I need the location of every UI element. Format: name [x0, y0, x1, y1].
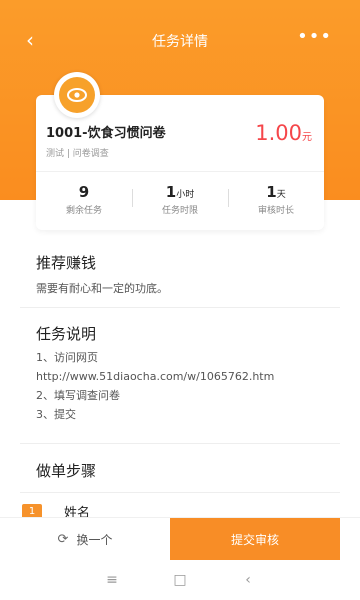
task-logo — [54, 72, 100, 118]
section-divider — [20, 492, 340, 493]
stat-remaining-tasks: 9 剩余任务 — [36, 183, 132, 216]
stat-review-duration: 1天 审核时长 — [228, 183, 324, 216]
recommend-section: 推荐赚钱 需要有耐心和一定的功底。 — [36, 252, 326, 298]
stat-value: 1 — [165, 183, 177, 201]
description-title: 任务说明 — [36, 325, 97, 343]
recommend-text: 需要有耐心和一定的功底。 — [36, 282, 168, 295]
home-icon[interactable]: □ — [146, 572, 214, 588]
submit-review-label: 提交审核 — [230, 532, 279, 547]
back-icon[interactable]: ‹ — [214, 572, 282, 588]
section-divider — [20, 307, 340, 308]
steps-title: 做单步骤 — [36, 462, 97, 480]
change-task-label: 换一个 — [76, 532, 113, 547]
submit-review-button[interactable]: 提交审核 — [170, 518, 340, 560]
task-stats: 9 剩余任务 1小时 任务时限 1天 审核时长 — [36, 183, 324, 216]
description-line: 3、提交 — [36, 408, 76, 421]
more-dots-icon: ••• — [297, 26, 332, 47]
task-meta: 测试 | 问卷调查 — [46, 149, 109, 159]
system-navigation-bar: ≡ □ ‹ — [0, 560, 360, 600]
menu-icon[interactable]: ≡ — [78, 572, 146, 588]
task-price-unit: 元 — [302, 132, 312, 143]
description-line: 2、填写调查问卷 — [36, 389, 120, 402]
more-button[interactable]: ••• — [297, 26, 332, 47]
steps-section: 做单步骤 — [36, 460, 326, 481]
stat-label: 任务时限 — [161, 206, 198, 216]
refresh-icon: ⟳ — [57, 531, 69, 547]
card-divider — [36, 171, 324, 172]
description-section: 任务说明 1、访问网页 http://www.51diaocha.com/w/1… — [36, 323, 326, 424]
bottom-action-bar: ⟳ 换一个 提交审核 — [0, 517, 360, 560]
stat-label: 剩余任务 — [65, 206, 102, 216]
task-reward: 1.00元 — [255, 121, 312, 145]
survey-logo-icon — [59, 77, 95, 113]
stat-label: 审核时长 — [257, 206, 294, 216]
task-title: 1001-饮食习惯问卷 — [46, 126, 166, 141]
recommend-title: 推荐赚钱 — [36, 254, 97, 272]
stat-unit: 小时 — [176, 190, 195, 200]
change-task-button[interactable]: ⟳ 换一个 — [0, 518, 170, 560]
description-url[interactable]: http://www.51diaocha.com/w/1065762.htm — [36, 367, 326, 386]
navigation-bar: ‹ 任务详情 ••• — [0, 22, 360, 60]
task-price-value: 1.00 — [255, 121, 302, 145]
section-divider — [20, 443, 340, 444]
stat-value: 1 — [266, 183, 277, 201]
stat-value: 9 — [78, 183, 90, 201]
stat-time-limit: 1小时 任务时限 — [132, 183, 228, 216]
status-bar — [0, 0, 360, 18]
stat-unit: 天 — [276, 190, 286, 200]
description-line: 1、访问网页 — [36, 351, 98, 364]
